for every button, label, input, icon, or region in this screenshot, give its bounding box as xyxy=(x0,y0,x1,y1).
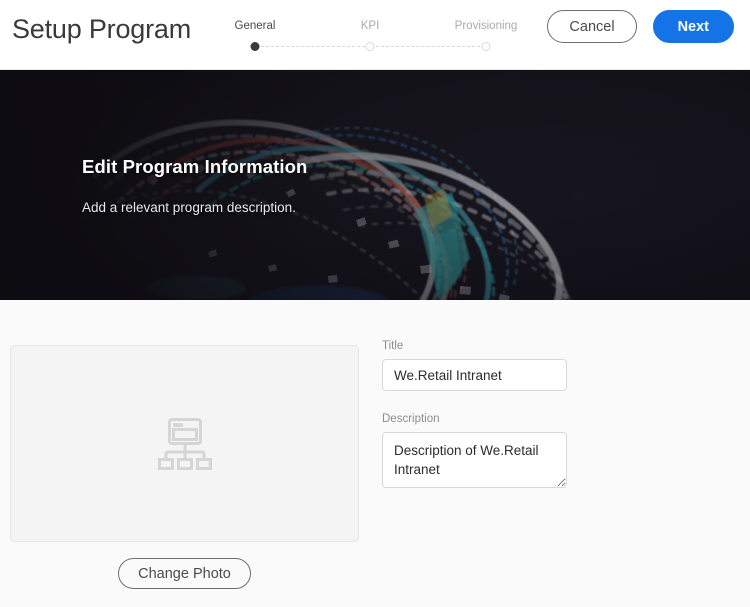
photo-drop-area[interactable] xyxy=(10,345,359,542)
field-spacer xyxy=(382,391,567,413)
main-content: Change Photo Title Description xyxy=(0,300,750,607)
app-header: Setup Program General KPI Provisioning C… xyxy=(0,0,750,70)
title-field-label: Title xyxy=(382,340,404,352)
hero-title: Edit Program Information xyxy=(82,155,308,177)
hero-banner: Edit Program Information Add a relevant … xyxy=(0,70,750,300)
stepper-connector-1 xyxy=(261,46,365,47)
step-dot-kpi[interactable] xyxy=(365,42,375,51)
stepper-labels: General KPI Provisioning xyxy=(230,20,518,36)
description-textarea[interactable] xyxy=(382,432,567,488)
step-dot-general[interactable] xyxy=(250,42,260,51)
description-field-label: Description xyxy=(382,413,440,425)
step-label-kpi[interactable]: KPI xyxy=(361,20,380,32)
hero-text-block: Edit Program Information Add a relevant … xyxy=(82,70,307,300)
step-label-general[interactable]: General xyxy=(235,20,276,32)
title-input[interactable] xyxy=(382,359,567,391)
step-dot-provisioning[interactable] xyxy=(481,42,491,51)
header-actions: Cancel Next xyxy=(547,10,734,43)
hero-subtitle: Add a relevant program description. xyxy=(82,199,296,215)
program-info-form: Title Description xyxy=(382,340,567,493)
next-button[interactable]: Next xyxy=(652,10,734,43)
step-label-provisioning[interactable]: Provisioning xyxy=(455,20,518,32)
stepper-connector-2 xyxy=(376,46,480,47)
stepper-track xyxy=(230,42,505,52)
setup-stepper: General KPI Provisioning xyxy=(230,20,518,60)
cancel-button[interactable]: Cancel xyxy=(547,10,637,43)
site-hierarchy-icon xyxy=(157,417,212,470)
page-title: Setup Program xyxy=(12,14,191,44)
change-photo-container: Change Photo xyxy=(10,558,359,589)
change-photo-button[interactable]: Change Photo xyxy=(118,558,251,589)
